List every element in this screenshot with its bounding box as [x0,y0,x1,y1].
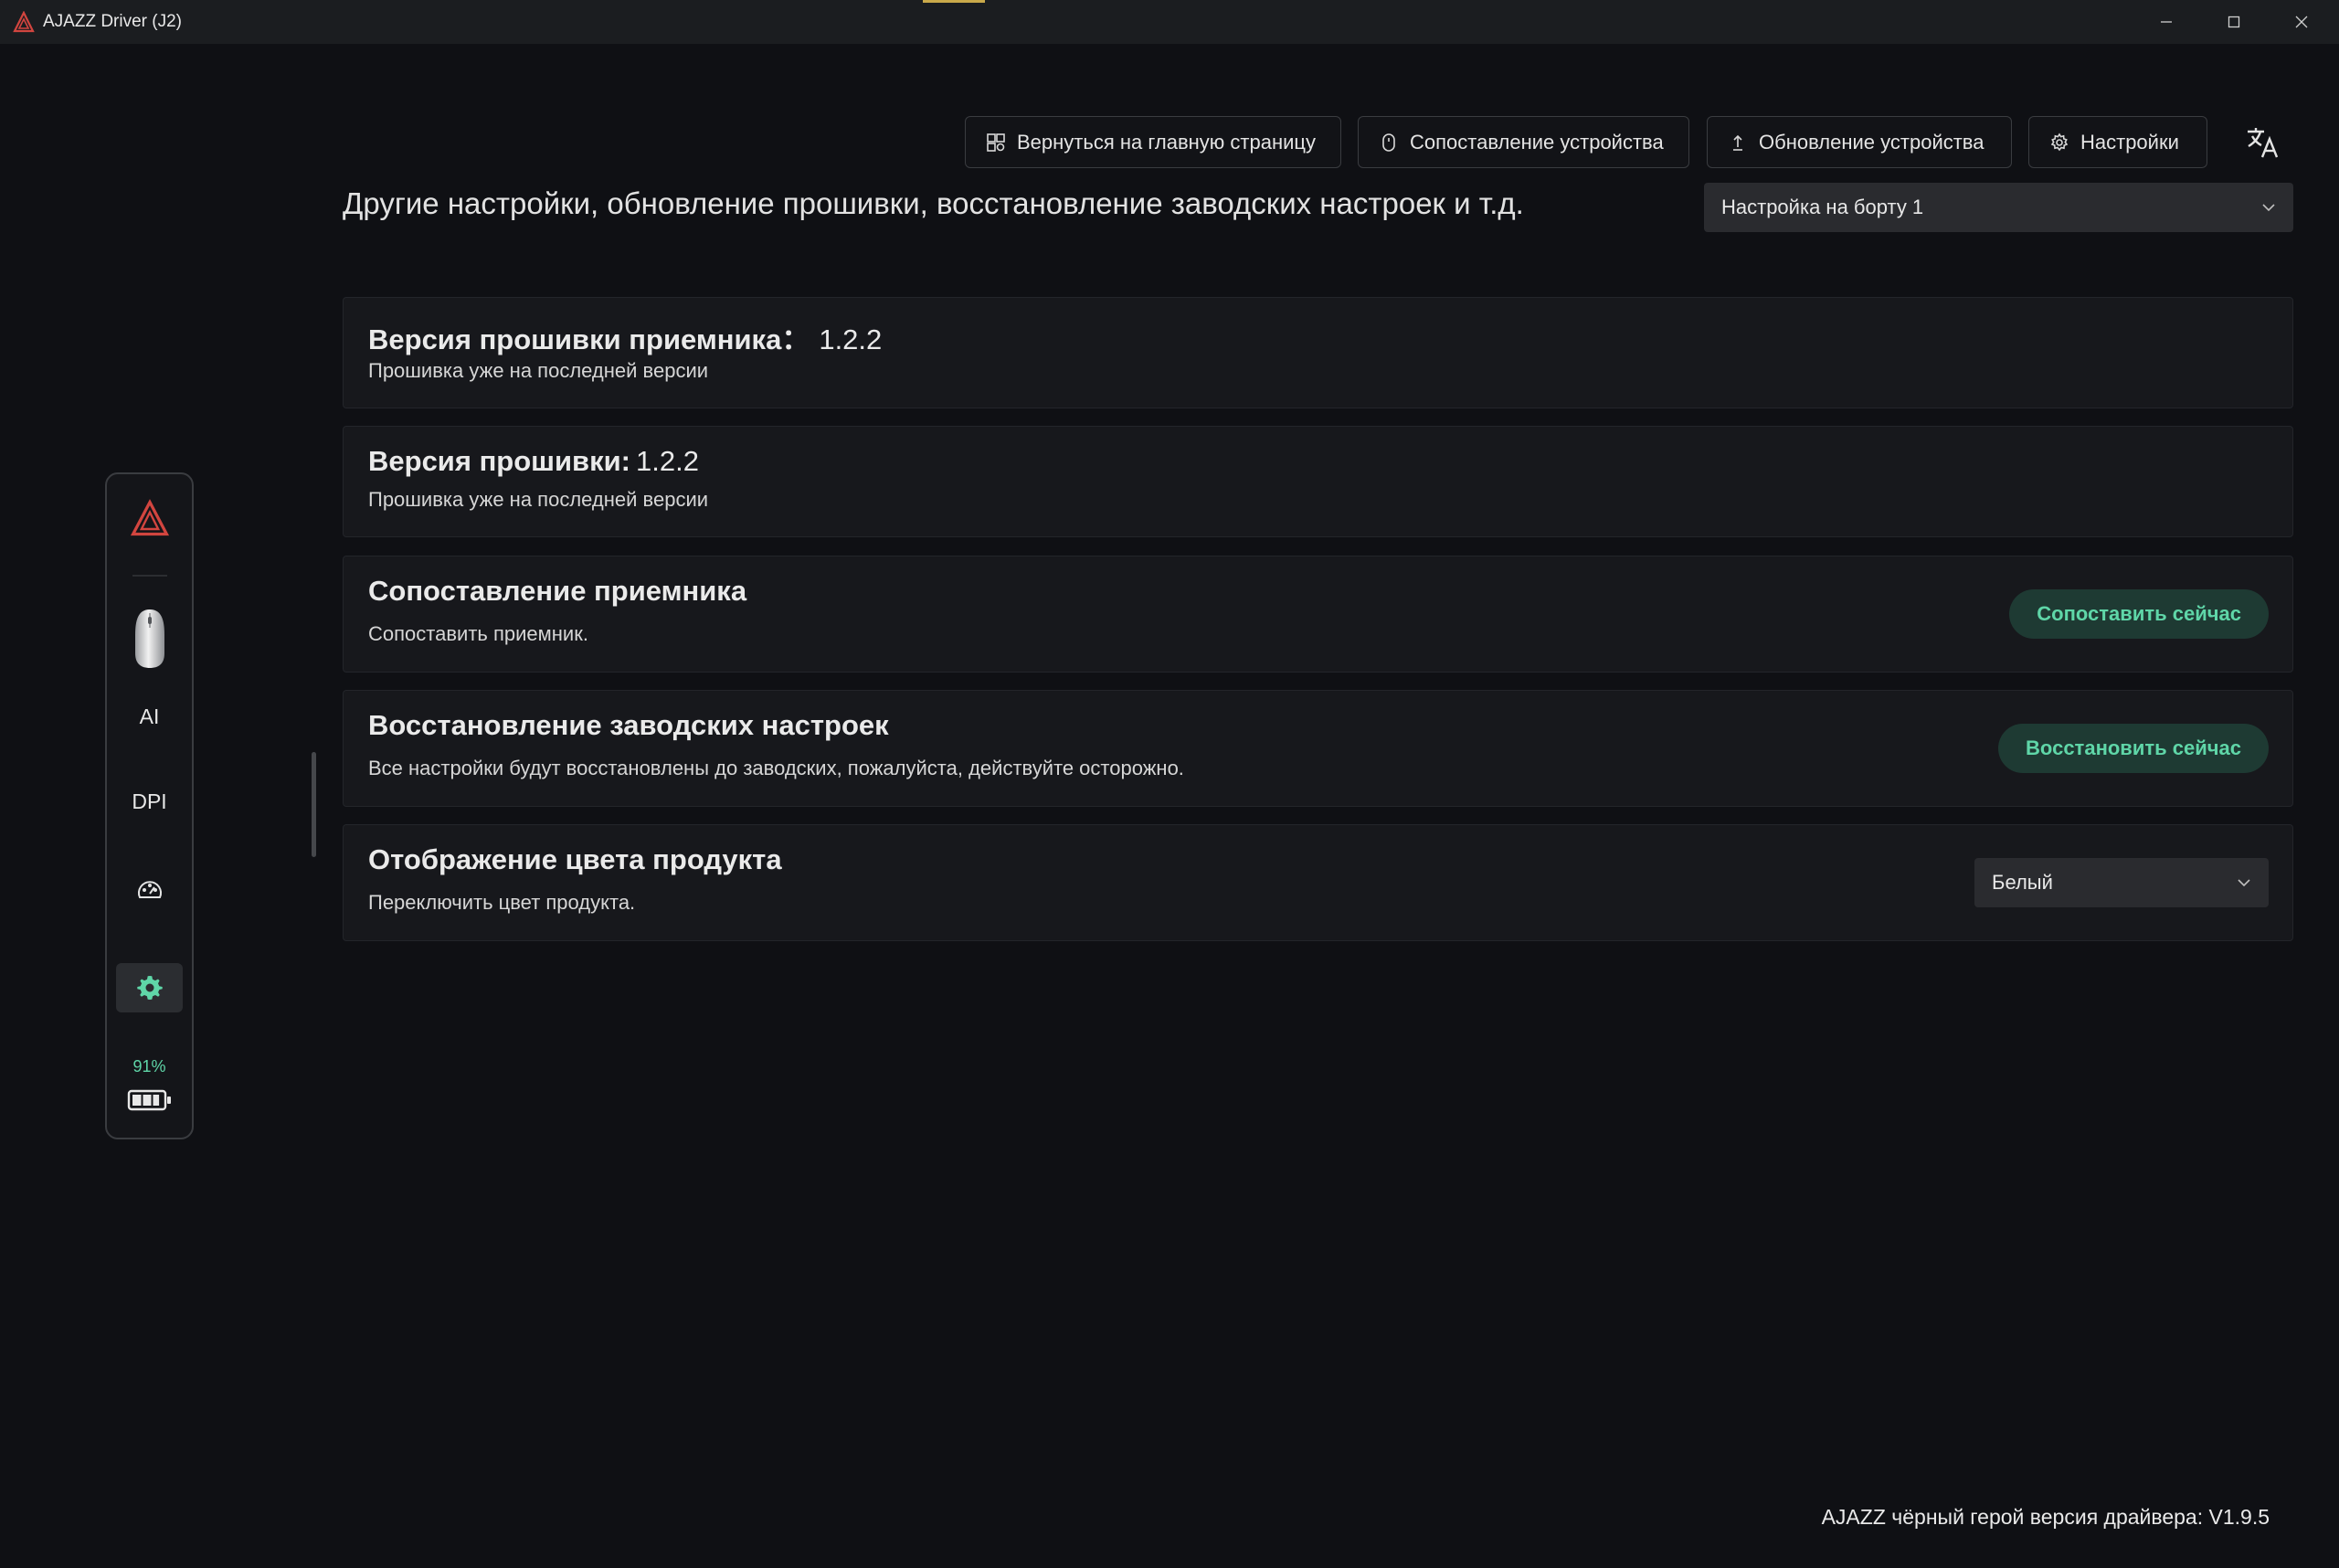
update-device-label: Обновление устройства [1759,130,1984,154]
device-firmware-card: Версия прошивки: 1.2.2 Прошивка уже на по… [343,426,2293,537]
settings-button[interactable]: Настройки [2028,116,2207,168]
translate-icon [2248,128,2279,158]
sidebar-item-performance[interactable] [107,858,192,922]
onboard-profile-select[interactable]: Настройка на борту 1 [1704,183,2293,232]
maximize-button[interactable] [2200,0,2268,44]
minimize-button[interactable] [2133,0,2200,44]
window-titlebar: AJAZZ Driver (J2) [0,0,2339,44]
product-color-value: Белый [1992,871,2053,894]
battery-percent: 91% [132,1057,166,1075]
product-color-desc: Переключить цвет продукта. [368,891,636,914]
receiver-firmware-title: Версия прошивки приемника： 1.2.2 [368,316,882,357]
pair-device-label: Сопоставление устройства [1410,130,1664,154]
device-firmware-version: 1.2.2 [636,445,699,477]
sidebar-item-dpi[interactable]: DPI [107,779,192,824]
gear-icon [136,976,163,1000]
sidebar-item-settings[interactable] [107,963,192,1012]
minimize-icon [2161,21,2172,23]
speedometer-icon [137,881,162,898]
battery-fill [132,1095,159,1106]
update-device-button[interactable]: Обновление устройства [1707,116,2012,168]
sidebar-item-mouse[interactable] [107,602,192,675]
factory-reset-title: Восстановление заводских настроек [368,709,889,741]
device-firmware-title: Версия прошивки: 1.2.2 [368,445,699,478]
home-button[interactable]: Вернуться на главную страницу [965,116,1341,168]
driver-version: AJAZZ чёрный герой версия драйвера: V1.9… [1821,1505,2270,1529]
sidebar-nav: AI DPI 91% [105,472,194,1139]
receiver-firmware-version: 1.2.2 [819,323,883,355]
ajazz-logo-icon [130,499,169,536]
receiver-pairing-title: Сопоставление приемника [368,575,747,607]
device-firmware-title-text: Версия прошивки: [368,445,631,477]
battery-indicator [107,1086,192,1114]
onboard-profile-value: Настройка на борту 1 [1721,196,1924,218]
ajazz-logo-icon [13,11,35,33]
product-color-select[interactable]: Белый [1974,858,2269,907]
sidebar-logo[interactable] [107,487,192,551]
chevron-down-icon [2262,204,2275,212]
product-color-card: Отображение цвета продукта Переключить ц… [343,824,2293,941]
main-area: Вернуться на главную страницу Сопоставле… [0,44,2339,1568]
battery-icon [127,1089,171,1111]
mouse-device-icon [134,609,164,668]
scrollbar-thumb[interactable] [312,752,316,857]
device-firmware-status: Прошивка уже на последней версии [368,488,709,511]
settings-label: Настройки [2080,130,2179,154]
chevron-down-icon [2238,879,2250,887]
language-button[interactable] [2240,121,2284,164]
factory-reset-card: Восстановление заводских настроек Все на… [343,690,2293,807]
page-heading: Другие настройки, обновление прошивки, в… [343,186,1524,220]
titlebar-accent [923,0,985,3]
receiver-firmware-title-text: Версия прошивки приемника： [368,323,810,355]
receiver-pairing-card: Сопоставление приемника Сопоставить прие… [343,556,2293,673]
home-button-label: Вернуться на главную страницу [1017,130,1317,154]
factory-reset-desc: Все настройки будут восстановлены до зав… [368,757,1184,779]
gear-icon [2050,132,2069,151]
close-button[interactable] [2268,0,2335,44]
restore-now-button[interactable]: Восстановить сейчас [1998,724,2269,773]
upload-icon [1733,134,1742,151]
maximize-icon [2228,16,2240,28]
mouse-icon [1382,132,1395,152]
home-grid-icon [987,132,1005,152]
pair-now-button[interactable]: Сопоставить сейчас [2009,589,2269,639]
close-icon [2295,16,2308,28]
receiver-firmware-status: Прошивка уже на последней версии [368,359,709,382]
sidebar-divider [132,575,167,577]
sidebar-item-ai[interactable]: AI [107,694,192,739]
receiver-firmware-card: Версия прошивки приемника： 1.2.2 Прошивка… [343,297,2293,408]
receiver-pairing-desc: Сопоставить приемник. [368,622,588,645]
pair-device-button[interactable]: Сопоставление устройства [1358,116,1689,168]
product-color-title: Отображение цвета продукта [368,843,782,875]
window-title: AJAZZ Driver (J2) [43,12,182,31]
